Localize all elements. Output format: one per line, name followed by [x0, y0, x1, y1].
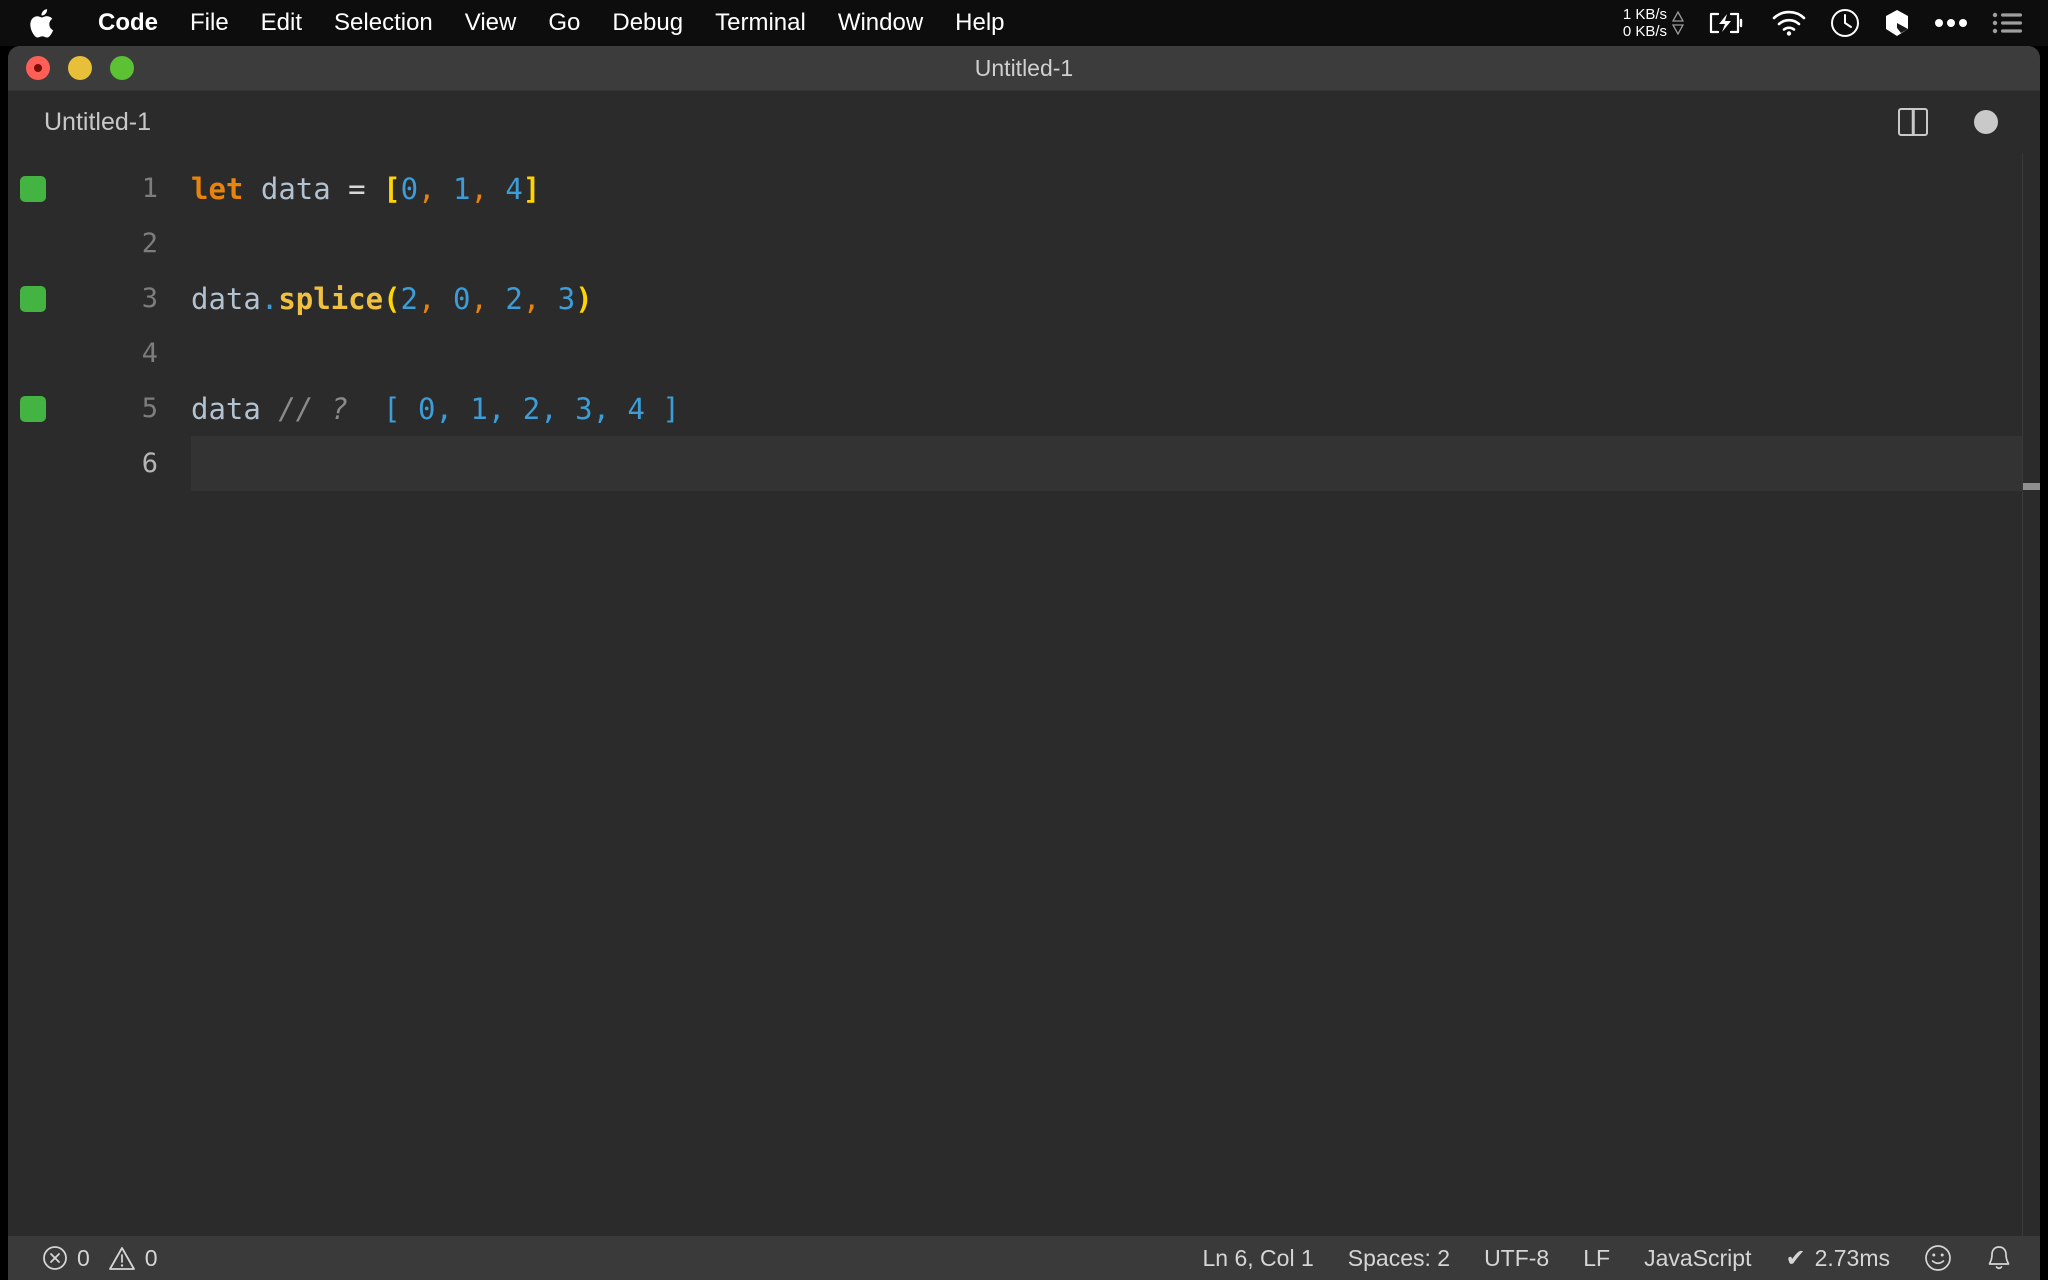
- menu-selection[interactable]: Selection: [318, 6, 449, 40]
- menu-view[interactable]: View: [449, 6, 533, 40]
- check-icon: ✔: [1785, 1244, 1806, 1272]
- quokka-execution-time: 2.73ms: [1814, 1244, 1890, 1271]
- indentation-setting[interactable]: Spaces: 2: [1348, 1245, 1450, 1272]
- file-encoding[interactable]: UTF-8: [1484, 1245, 1549, 1272]
- code-line-6[interactable]: 6: [8, 436, 2040, 491]
- language-mode[interactable]: JavaScript: [1644, 1245, 1751, 1272]
- overview-ruler-scrollbar[interactable]: [2022, 153, 2040, 1241]
- network-speed-indicator[interactable]: 1 KB/s 0 KB/s: [1623, 6, 1684, 40]
- end-of-line-sequence[interactable]: LF: [1583, 1245, 1610, 1272]
- code-line-2[interactable]: 2: [8, 216, 2040, 271]
- wifi-icon[interactable]: [1772, 10, 1806, 36]
- status-bar-right: Ln 6, Col 1 Spaces: 2 UTF-8 LF JavaScrip…: [1203, 1244, 2012, 1273]
- quokka-status[interactable]: ✔ 2.73ms: [1785, 1244, 1890, 1273]
- error-circle-icon: [42, 1245, 68, 1271]
- code-line-4[interactable]: 4: [8, 326, 2040, 381]
- status-bar-left: 0 0: [42, 1245, 158, 1272]
- network-upload-speed: 1 KB/s: [1622, 6, 1667, 23]
- network-download-speed: 0 KB/s: [1622, 23, 1667, 40]
- code-line-3[interactable]: 3 data.splice(2, 0, 2, 3): [8, 271, 2040, 326]
- code-lines-container: 1 let data = [0, 1, 4] 2 3 data.splice(2, 0,…: [8, 153, 2040, 491]
- menu-code[interactable]: Code: [82, 6, 174, 40]
- window-titlebar: Untitled-1: [8, 46, 2040, 91]
- line-number: 3: [141, 283, 158, 314]
- active-line-highlight: [191, 436, 2040, 491]
- ellipsis-icon[interactable]: [1934, 18, 1968, 28]
- code-line-1[interactable]: 1 let data = [0, 1, 4]: [8, 161, 2040, 216]
- line-number: 1: [141, 173, 158, 204]
- line-content: let data = [0, 1, 4]: [191, 171, 541, 206]
- maximize-button[interactable]: [110, 56, 134, 80]
- error-count: 0: [77, 1244, 90, 1271]
- menu-terminal[interactable]: Terminal: [699, 6, 822, 40]
- menu-window[interactable]: Window: [822, 6, 939, 40]
- window-title: Untitled-1: [974, 54, 1074, 81]
- macos-menu-bar: Code File Edit Selection View Go Debug T…: [0, 0, 2048, 46]
- menu-file[interactable]: File: [174, 6, 245, 40]
- line-number: 6: [141, 448, 158, 479]
- problems-indicator[interactable]: 0 0: [42, 1245, 158, 1272]
- menu-help[interactable]: Help: [939, 6, 1020, 40]
- traffic-light-controls: [20, 46, 134, 90]
- minimize-button[interactable]: [68, 56, 92, 80]
- line-number: 4: [141, 338, 158, 369]
- warning-count: 0: [144, 1244, 158, 1271]
- bell-icon[interactable]: [1986, 1244, 2012, 1272]
- menu-edit[interactable]: Edit: [245, 6, 318, 40]
- warning-triangle-icon: [108, 1246, 136, 1271]
- menu-bar-items: Code File Edit Selection View Go Debug T…: [26, 6, 1021, 40]
- menu-debug[interactable]: Debug: [596, 6, 699, 40]
- unsaved-indicator-dot[interactable]: [1974, 110, 1998, 134]
- clock-icon[interactable]: [1830, 8, 1860, 38]
- apple-logo-icon[interactable]: [26, 6, 56, 40]
- cursor-position[interactable]: Ln 6, Col 1: [1203, 1245, 1314, 1272]
- split-editor-icon[interactable]: [1898, 108, 1928, 136]
- menu-go[interactable]: Go: [532, 6, 596, 40]
- tab-untitled-1[interactable]: Untitled-1: [8, 91, 185, 153]
- vscode-window: Untitled-1 Untitled-1 1 let data = [0, 1,…: [8, 46, 2040, 1280]
- smiley-icon[interactable]: [1924, 1244, 1952, 1272]
- network-arrows: [1672, 11, 1684, 35]
- line-number: 2: [141, 228, 158, 259]
- code-editor[interactable]: 1 let data = [0, 1, 4] 2 3 data.splice(2, 0,…: [8, 153, 2040, 1241]
- dropbox-icon[interactable]: [1884, 9, 1910, 37]
- control-center-list-icon[interactable]: [1992, 12, 2022, 34]
- battery-charging-icon[interactable]: [1708, 11, 1748, 35]
- overview-ruler-mark: [2023, 483, 2040, 490]
- line-content: data // ? [ 0, 1, 2, 3, 4 ]: [191, 391, 680, 426]
- menu-bar-tray: 1 KB/s 0 KB/s: [1623, 6, 2030, 40]
- line-number: 5: [141, 393, 158, 424]
- code-line-5[interactable]: 5 data // ? [ 0, 1, 2, 3, 4 ]: [8, 381, 2040, 436]
- line-content: data.splice(2, 0, 2, 3): [191, 281, 593, 316]
- close-button[interactable]: [26, 56, 50, 80]
- status-bar: 0 0 Ln 6, Col 1 Spaces: 2 UTF-8 LF JavaS…: [8, 1236, 2040, 1280]
- editor-tab-bar: Untitled-1: [8, 91, 2040, 153]
- editor-action-bar: [1898, 108, 2040, 136]
